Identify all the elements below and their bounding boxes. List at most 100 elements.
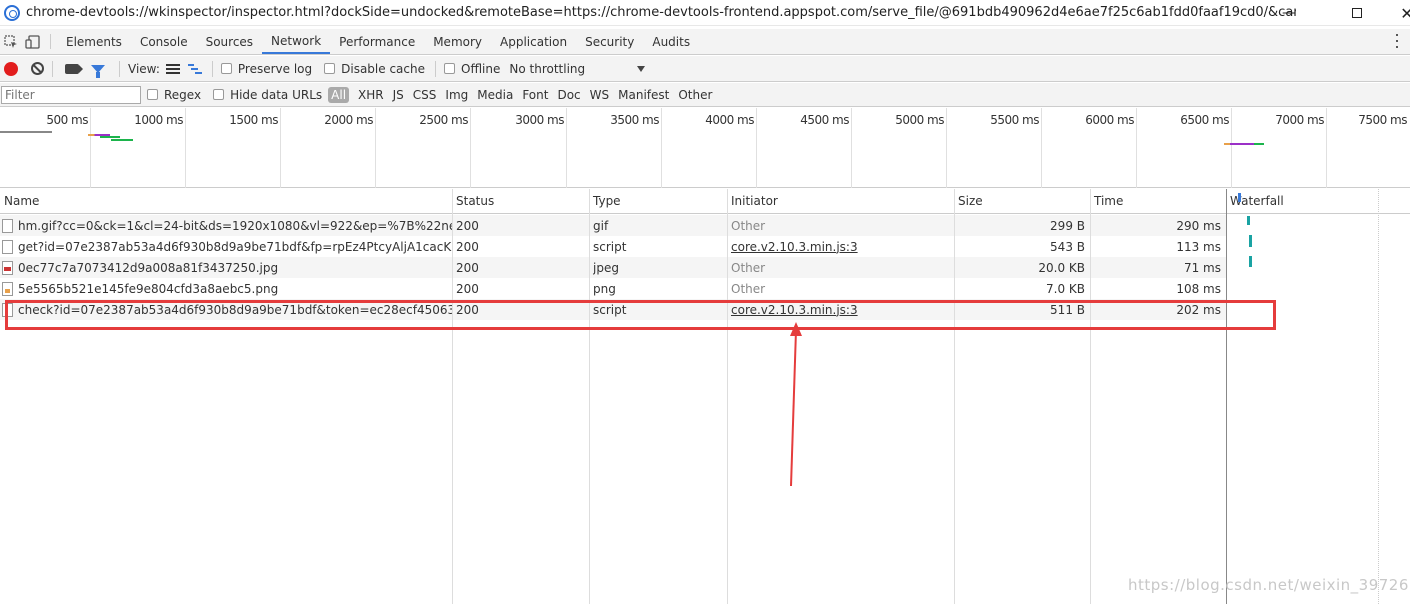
overview-request-bar (1224, 143, 1264, 145)
inspect-element-icon[interactable] (0, 29, 22, 54)
overview-tick-label: 2000 ms (324, 113, 373, 127)
toolbar-separator (211, 60, 213, 77)
tab-performance[interactable]: Performance (330, 29, 424, 54)
view-label: View: (128, 61, 160, 76)
offline-checkbox[interactable]: Offline (444, 62, 500, 76)
tab-elements[interactable]: Elements (57, 29, 131, 54)
overview-tick-label: 5000 ms (895, 113, 944, 127)
status-cell: 200 (456, 218, 479, 233)
tab-sources[interactable]: Sources (197, 29, 262, 54)
overview-tick-label: 7500 ms (1358, 113, 1407, 127)
column-divider[interactable] (452, 189, 453, 604)
offline-label: Offline (461, 61, 501, 76)
filter-bar: Regex Hide data URLs All XHR JS CSS Img … (0, 83, 1410, 107)
overview-icon[interactable] (187, 63, 202, 74)
preserve-log-label: Preserve log (237, 61, 313, 76)
type-filter-img[interactable]: Img (445, 88, 468, 102)
type-filter-css[interactable]: CSS (413, 88, 437, 102)
name-cell[interactable]: 5e5565b521e145fe9e804cfd3a8aebc5.png (0, 278, 452, 299)
table-row[interactable]: get?id=07e2387ab53a4d6f930b8d9a9be71bdf&… (0, 236, 1226, 257)
size-cell: 7.0 KB (1046, 281, 1085, 296)
type-filter-font[interactable]: Font (522, 88, 548, 102)
hide-data-urls-checkbox[interactable]: Hide data URLs (213, 88, 322, 102)
size-cell: 20.0 KB (1038, 260, 1085, 275)
column-header-name[interactable]: Name (0, 189, 452, 214)
type-filter-media[interactable]: Media (477, 88, 513, 102)
table-row[interactable]: hm.gif?cc=0&ck=1&cl=24-bit&ds=1920x1080&… (0, 215, 1226, 236)
status-cell: 200 (456, 260, 479, 275)
status-cell: 200 (456, 281, 479, 296)
type-filter-doc[interactable]: Doc (557, 88, 580, 102)
type-filter-js[interactable]: JS (393, 88, 404, 102)
checkbox-box[interactable] (324, 63, 336, 74)
overview-gridline (1136, 108, 1137, 188)
throttling-select[interactable]: No throttling (509, 62, 637, 76)
network-toolbar: View: Preserve log Disable cache Offline… (0, 56, 1410, 82)
overview-gridline (1231, 108, 1232, 188)
overview-tick-label: 7000 ms (1275, 113, 1324, 127)
disable-cache-checkbox[interactable]: Disable cache (324, 62, 425, 76)
name-cell[interactable]: hm.gif?cc=0&ck=1&cl=24-bit&ds=1920x1080&… (0, 215, 452, 236)
column-header-waterfall[interactable]: Waterfall (1226, 189, 1410, 214)
filter-input[interactable] (1, 85, 141, 104)
column-header-type[interactable]: Type (589, 189, 727, 214)
preserve-log-checkbox[interactable]: Preserve log (220, 61, 313, 76)
tab-audits[interactable]: Audits (643, 29, 699, 54)
column-divider[interactable] (589, 189, 590, 604)
type-filter-all[interactable]: All (328, 86, 350, 103)
waterfall-divider[interactable] (1226, 189, 1227, 604)
tab-application[interactable]: Application (491, 29, 576, 54)
type-filter-xhr[interactable]: XHR (358, 88, 384, 102)
more-options-icon[interactable] (1396, 34, 1400, 48)
checkbox-box[interactable] (444, 63, 455, 74)
column-header-size[interactable]: Size (954, 189, 1090, 214)
overview-request-bar (100, 136, 120, 138)
capture-screenshots-icon[interactable] (65, 63, 83, 74)
device-toolbar-icon[interactable] (22, 29, 44, 54)
file-icon (2, 239, 13, 254)
png-icon (2, 281, 13, 296)
tabs-separator (50, 34, 51, 49)
waterfall-bar (1249, 256, 1252, 267)
column-divider[interactable] (1090, 189, 1091, 604)
maximize-button[interactable] (1334, 0, 1380, 26)
type-cell: script (593, 239, 627, 254)
network-overview[interactable]: 500 ms 1000 ms 1500 ms 2000 ms 2500 ms 3… (0, 108, 1410, 188)
table-row[interactable]: 5e5565b521e145fe9e804cfd3a8aebc5.png 200… (0, 278, 1226, 299)
type-cell: gif (593, 218, 609, 233)
type-filter-other[interactable]: Other (678, 88, 712, 102)
overview-gridline (375, 108, 376, 188)
waterfall-marker (1238, 193, 1241, 202)
name-cell[interactable]: 0ec77c7a7073412d9a008a81f3437250.jpg (0, 257, 452, 278)
minimize-button[interactable]: — (1266, 0, 1312, 26)
column-header-status[interactable]: Status (452, 189, 589, 214)
tab-security[interactable]: Security (576, 29, 643, 54)
checkbox-box[interactable] (220, 63, 232, 74)
checkbox-box[interactable] (147, 89, 158, 100)
name-cell[interactable]: get?id=07e2387ab53a4d6f930b8d9a9be71bdf&… (0, 236, 452, 257)
close-button[interactable]: ✕ (1384, 0, 1410, 26)
tab-console[interactable]: Console (131, 29, 197, 54)
large-rows-icon[interactable] (165, 63, 180, 74)
column-divider[interactable] (954, 189, 955, 604)
chevron-down-icon[interactable] (637, 65, 646, 72)
filter-icon[interactable] (91, 64, 105, 78)
type-filter-manifest[interactable]: Manifest (618, 88, 669, 102)
type-cell: png (593, 281, 616, 296)
requests-table: Name Status Type Initiator Size Time Wat… (0, 189, 1410, 604)
waterfall-gridline (1378, 189, 1379, 604)
column-header-initiator[interactable]: Initiator (727, 189, 954, 214)
overview-gridline (661, 108, 662, 188)
time-cell: 290 ms (1176, 218, 1221, 233)
tab-network[interactable]: Network (262, 29, 331, 54)
table-row[interactable]: 0ec77c7a7073412d9a008a81f3437250.jpg 200… (0, 257, 1226, 278)
initiator-link[interactable]: core.v2.10.3.min.js:3 (731, 236, 951, 257)
column-divider[interactable] (727, 189, 728, 604)
tab-memory[interactable]: Memory (424, 29, 491, 54)
record-button[interactable] (4, 61, 18, 76)
column-header-time[interactable]: Time (1090, 189, 1226, 214)
type-filter-ws[interactable]: WS (590, 88, 609, 102)
regex-checkbox[interactable]: Regex (147, 88, 201, 102)
clear-icon[interactable] (31, 62, 44, 75)
checkbox-box[interactable] (213, 89, 225, 100)
